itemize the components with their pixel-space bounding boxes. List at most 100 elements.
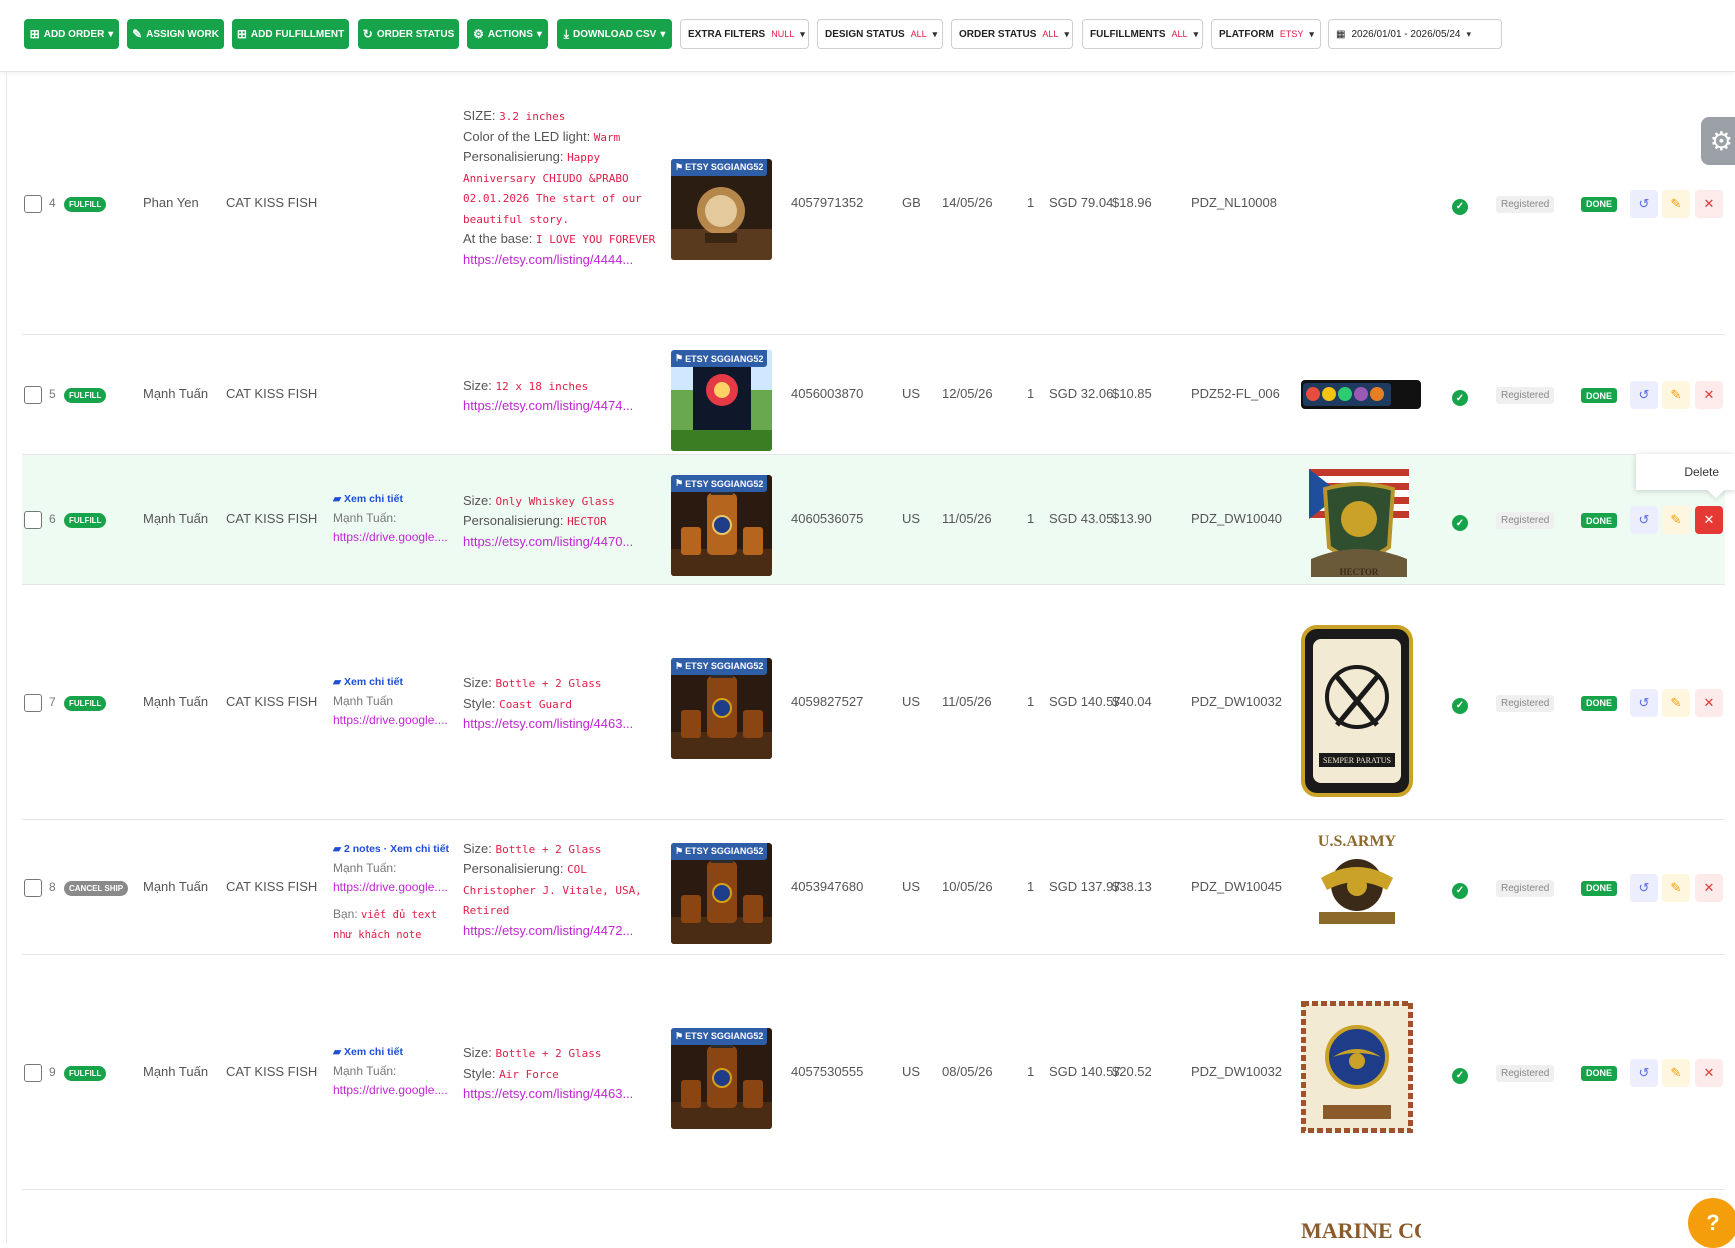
product-thumbnail[interactable]: ⚑ ETSY SGGIANG52 — [671, 475, 772, 576]
product-thumbnail[interactable]: ⚑ ETSY SGGIANG52 — [671, 657, 772, 759]
product-thumbnail[interactable]: ⚑ ETSY SGGIANG52 — [671, 158, 772, 260]
row-index: 8 — [49, 879, 56, 894]
assign-work-button[interactable]: ✎ ASSIGN WORK — [127, 19, 224, 49]
drive-link[interactable]: https://drive.google.... — [333, 528, 483, 547]
option-line: Size: Only Whiskey Glass — [463, 491, 663, 512]
filter-extra-filters[interactable]: EXTRA FILTERS NULL ▾ — [680, 19, 809, 49]
order-date: 12/05/26 — [942, 386, 993, 401]
drive-link[interactable]: https://drive.google.... — [333, 711, 483, 730]
order-status-badge: DONE — [1581, 388, 1618, 403]
etsy-listing-link[interactable]: https://etsy.com/listing/4470... — [463, 532, 663, 552]
filter-platform[interactable]: PLATFORM ETSY ▾ — [1211, 19, 1321, 49]
option-line: Personalisierung: Happy Anniversary CHIU… — [463, 147, 663, 229]
close-icon: ✕ — [1703, 1064, 1715, 1080]
design-image[interactable]: HECTOR — [1301, 459, 1417, 577]
drive-link[interactable]: https://drive.google.... — [333, 878, 483, 897]
button-label: ADD FULFILLMENT — [250, 28, 345, 40]
design-image[interactable]: SEMPER PARATUSSEMPER PARATUS — [1301, 625, 1413, 797]
filter-order-status[interactable]: ORDER STATUS ALL ▾ — [951, 19, 1073, 49]
option-line: Size: Bottle + 2 Glass — [463, 839, 663, 860]
history-button[interactable]: ↺ — [1630, 506, 1658, 534]
view-note-detail-link[interactable]: ▰ Xem chi tiết — [333, 673, 483, 692]
design-image[interactable] — [1301, 1001, 1413, 1133]
row-checkbox[interactable] — [24, 1063, 42, 1082]
pencil-icon: ✎ — [1670, 512, 1682, 527]
history-button[interactable]: ↺ — [1630, 688, 1658, 717]
design-image[interactable]: MARINE CORPS — [1301, 1218, 1421, 1243]
edit-button[interactable]: ✎ — [1662, 189, 1690, 218]
row-checkbox[interactable] — [24, 878, 42, 897]
history-button[interactable]: ↺ — [1630, 873, 1658, 902]
seller-name: Mạnh Tuấn — [143, 693, 209, 709]
delete-button[interactable]: ✕ — [1695, 1058, 1723, 1087]
row-checkbox[interactable] — [24, 511, 42, 529]
order-cost: $38.13 — [1112, 878, 1152, 894]
edit-button[interactable]: ✎ — [1662, 506, 1690, 534]
chat-icon: ▰ — [333, 1045, 344, 1058]
row-checkbox[interactable] — [24, 693, 42, 712]
registered-status: Registered — [1496, 694, 1555, 712]
etsy-listing-link[interactable]: https://etsy.com/listing/4463... — [463, 1084, 663, 1104]
edit-button[interactable]: ✎ — [1662, 873, 1690, 902]
design-image[interactable]: U.S.ARMYU.S. ARMY — [1301, 830, 1413, 930]
etsy-listing-link[interactable]: https://etsy.com/listing/4444... — [463, 250, 663, 270]
etsy-listing-link[interactable]: https://etsy.com/listing/4472... — [463, 921, 663, 941]
delete-button[interactable]: ✕ — [1695, 189, 1723, 218]
etsy-listing-link[interactable]: https://etsy.com/listing/4474... — [463, 396, 663, 416]
order-note: ▰ Xem chi tiết Mạnh Tuấn: https://drive.go… — [333, 1043, 483, 1100]
edit-button[interactable]: ✎ — [1662, 1058, 1690, 1087]
delete-button[interactable]: ✕ — [1695, 506, 1723, 534]
download-csv-button[interactable]: ⤓ DOWNLOAD CSV ▾ — [557, 19, 672, 49]
store-name: CAT KISS FISH — [226, 693, 318, 709]
view-note-detail-link[interactable]: ▰ Xem chi tiết — [333, 1043, 483, 1062]
settings-gear-icon[interactable]: ⚙ — [1701, 117, 1735, 165]
history-button[interactable]: ↺ — [1630, 381, 1658, 409]
delete-button[interactable]: ✕ — [1695, 873, 1723, 902]
history-button[interactable]: ↺ — [1630, 1058, 1658, 1087]
filter-fulfillments[interactable]: FULFILLMENTS ALL ▾ — [1082, 19, 1203, 49]
option-line: Style: Coast Guard — [463, 694, 663, 715]
platform-tag: ⚑ ETSY SGGIANG52 — [671, 350, 768, 367]
order-note: ▰ Xem chi tiết Mạnh Tuấn: https://drive.go… — [333, 490, 483, 547]
order-status-button[interactable]: ↻ ORDER STATUS — [358, 19, 459, 49]
sku-code: PDZ_DW10045 — [1191, 878, 1283, 894]
option-value: Air Force — [499, 1067, 559, 1081]
quantity: 1 — [1027, 693, 1035, 709]
quantity: 1 — [1027, 1063, 1035, 1079]
order-price: SGD 79.04 — [1049, 194, 1114, 210]
product-thumbnail[interactable]: ⚑ ETSY SGGIANG52 — [671, 350, 772, 451]
etsy-listing-link[interactable]: https://etsy.com/listing/4463... — [463, 714, 663, 734]
add-fulfillment-button[interactable]: ⊞ ADD FULFILLMENT — [232, 19, 349, 49]
design-image[interactable] — [1301, 380, 1421, 409]
store-name: CAT KISS FISH — [226, 878, 318, 894]
history-icon: ↺ — [1638, 512, 1650, 527]
help-icon[interactable]: ? — [1688, 1198, 1735, 1248]
edit-button[interactable]: ✎ — [1662, 381, 1690, 409]
option-key: SIZE: — [463, 108, 500, 123]
flag-icon: ⚑ — [675, 660, 684, 671]
date-range-picker[interactable]: ▦ 2026/01/01 - 2026/05/24 ▾ — [1328, 19, 1502, 49]
option-value: Only Whiskey Glass — [495, 494, 615, 508]
view-note-detail-link[interactable]: ▰ 2 notes · Xem chi tiết — [333, 840, 483, 859]
product-thumbnail[interactable]: ⚑ ETSY SGGIANG52 — [671, 1027, 772, 1129]
delete-button[interactable]: ✕ — [1695, 688, 1723, 717]
drive-link[interactable]: https://drive.google.... — [333, 1081, 483, 1100]
seller-name: Mạnh Tuấn — [143, 878, 209, 894]
add-order-button[interactable]: ⊞ ADD ORDER ▾ — [24, 19, 119, 49]
row-checkbox[interactable] — [24, 386, 42, 404]
row-checkbox[interactable] — [24, 194, 42, 213]
actions-button[interactable]: ⚙ ACTIONS ▾ — [467, 19, 548, 49]
view-note-detail-link[interactable]: ▰ Xem chi tiết — [333, 490, 483, 509]
delete-button[interactable]: ✕ — [1695, 381, 1723, 409]
table-row: MARINE CORPS — [1301, 1218, 1421, 1243]
edit-button[interactable]: ✎ — [1662, 688, 1690, 717]
product-thumbnail[interactable]: ⚑ ETSY SGGIANG52 — [671, 842, 772, 944]
filter-design-status[interactable]: DESIGN STATUS ALL ▾ — [817, 19, 943, 49]
option-line: Size: 12 x 18 inches — [463, 376, 663, 397]
platform-tag-label: ETSY SGGIANG52 — [685, 478, 764, 489]
table-row: 9 FULFILL Mạnh Tuấn CAT KISS FISH ▰ Xem chi … — [22, 955, 1725, 1190]
history-button[interactable]: ↺ — [1630, 189, 1658, 218]
check-circle-icon: ✓ — [1452, 390, 1468, 406]
platform-tag: ⚑ ETSY SGGIANG52 — [671, 475, 768, 492]
date-range-value: 2026/01/01 - 2026/05/24 — [1351, 28, 1461, 40]
